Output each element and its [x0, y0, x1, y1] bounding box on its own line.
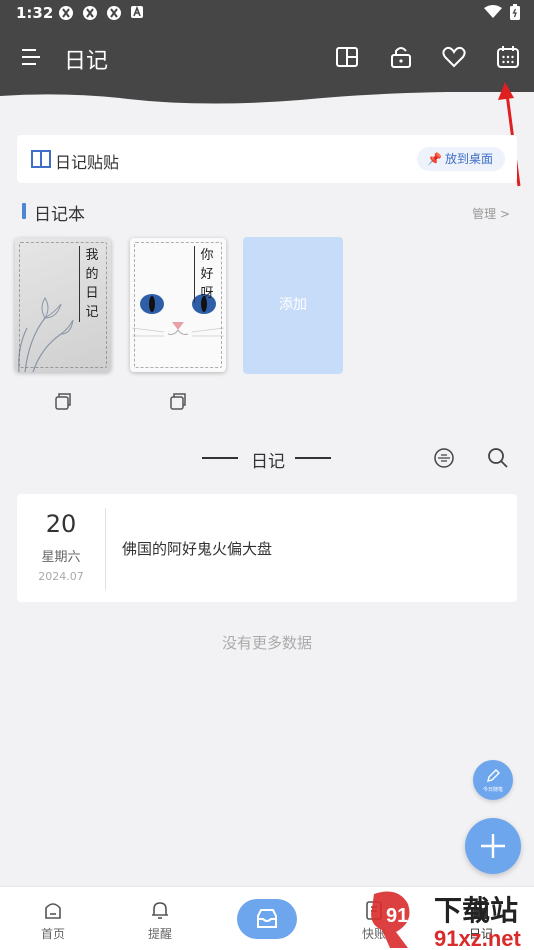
flower-illustration: [18, 297, 74, 372]
layout-icon[interactable]: [334, 44, 360, 70]
top-bar: 1:32 日记: [0, 0, 534, 92]
bell-icon: [152, 902, 168, 919]
nav-center-button[interactable]: [237, 899, 297, 939]
nav-home[interactable]: 首页: [13, 887, 93, 950]
a-notification-icon: [130, 5, 146, 21]
search-icon[interactable]: [486, 446, 510, 470]
manage-link[interactable]: 管理 >: [472, 205, 510, 222]
watermark: 91 下载站 91xz.net: [368, 888, 534, 950]
pin-icon: 📌: [427, 152, 442, 166]
heading-line: [202, 457, 238, 459]
app-notification-icon: [106, 5, 122, 21]
plus-icon: [481, 834, 505, 858]
sticker-card[interactable]: 日记贴贴 📌 放到桌面: [17, 135, 517, 183]
heading-line: [295, 457, 331, 459]
diary-heading-text: 日记: [251, 452, 285, 472]
watermark-brand: 下载站: [434, 894, 518, 927]
diary-entry-card[interactable]: 20 星期六 2024.07 佛国的阿好鬼火偏大盘: [17, 494, 517, 602]
quick-note-button[interactable]: 今日随笔: [473, 760, 513, 800]
inbox-icon: [257, 909, 277, 928]
nav-label: 首页: [40, 927, 65, 941]
entry-day: 20: [45, 510, 77, 538]
status-bar: 1:32: [0, 0, 534, 28]
notebook-cover[interactable]: 你好呀: [130, 238, 226, 372]
notebook-title: 你好呀: [194, 246, 216, 303]
watermark-domain: 91xz.net: [434, 926, 521, 950]
battery-icon: [510, 4, 520, 24]
nav-label: 提醒: [147, 927, 172, 941]
pin-to-desktop-button[interactable]: 📌 放到桌面: [417, 147, 505, 171]
menu-icon[interactable]: [20, 46, 42, 68]
book-open-icon: [31, 149, 51, 169]
page-title: 日记: [64, 49, 109, 74]
copy-icon[interactable]: [168, 391, 188, 411]
status-time: 1:32: [16, 4, 54, 22]
add-diary-button[interactable]: [465, 818, 521, 874]
app-notification-icon: [58, 5, 74, 21]
notebook-title: 我的日记: [79, 246, 101, 322]
wifi-icon: [484, 5, 502, 23]
notebook-cover[interactable]: 我的日记: [15, 238, 111, 372]
pin-button-label: 放到桌面: [444, 152, 493, 166]
copy-icon[interactable]: [53, 391, 73, 411]
header-wave: [0, 86, 534, 104]
svg-text:91: 91: [386, 905, 408, 927]
nav-reminder[interactable]: 提醒: [120, 887, 200, 950]
pencil-icon: [487, 769, 500, 782]
home-icon: [45, 903, 61, 919]
entry-divider: [105, 508, 106, 590]
notification-icons: [58, 5, 146, 21]
quick-note-label: 今日随笔: [482, 787, 503, 793]
sticker-label: 日记贴贴: [55, 153, 120, 172]
no-more-data: 没有更多数据: [221, 634, 312, 652]
calendar-icon[interactable]: [495, 44, 521, 70]
notebooks-title: 日记本: [34, 205, 85, 225]
add-notebook-button[interactable]: 添加: [243, 237, 343, 374]
app-notification-icon: [82, 5, 98, 21]
entry-weekday: 星期六: [41, 550, 81, 565]
heart-icon[interactable]: [441, 44, 467, 70]
entry-content: 佛国的阿好鬼火偏大盘: [122, 540, 273, 558]
sort-icon[interactable]: [432, 446, 456, 470]
system-icons: [484, 4, 520, 24]
unlock-icon[interactable]: [388, 44, 414, 70]
entry-year-month: 2024.07: [38, 570, 84, 583]
watermark-logo: 91 下载站 91xz.net: [371, 891, 521, 950]
section-marker: [22, 203, 26, 219]
